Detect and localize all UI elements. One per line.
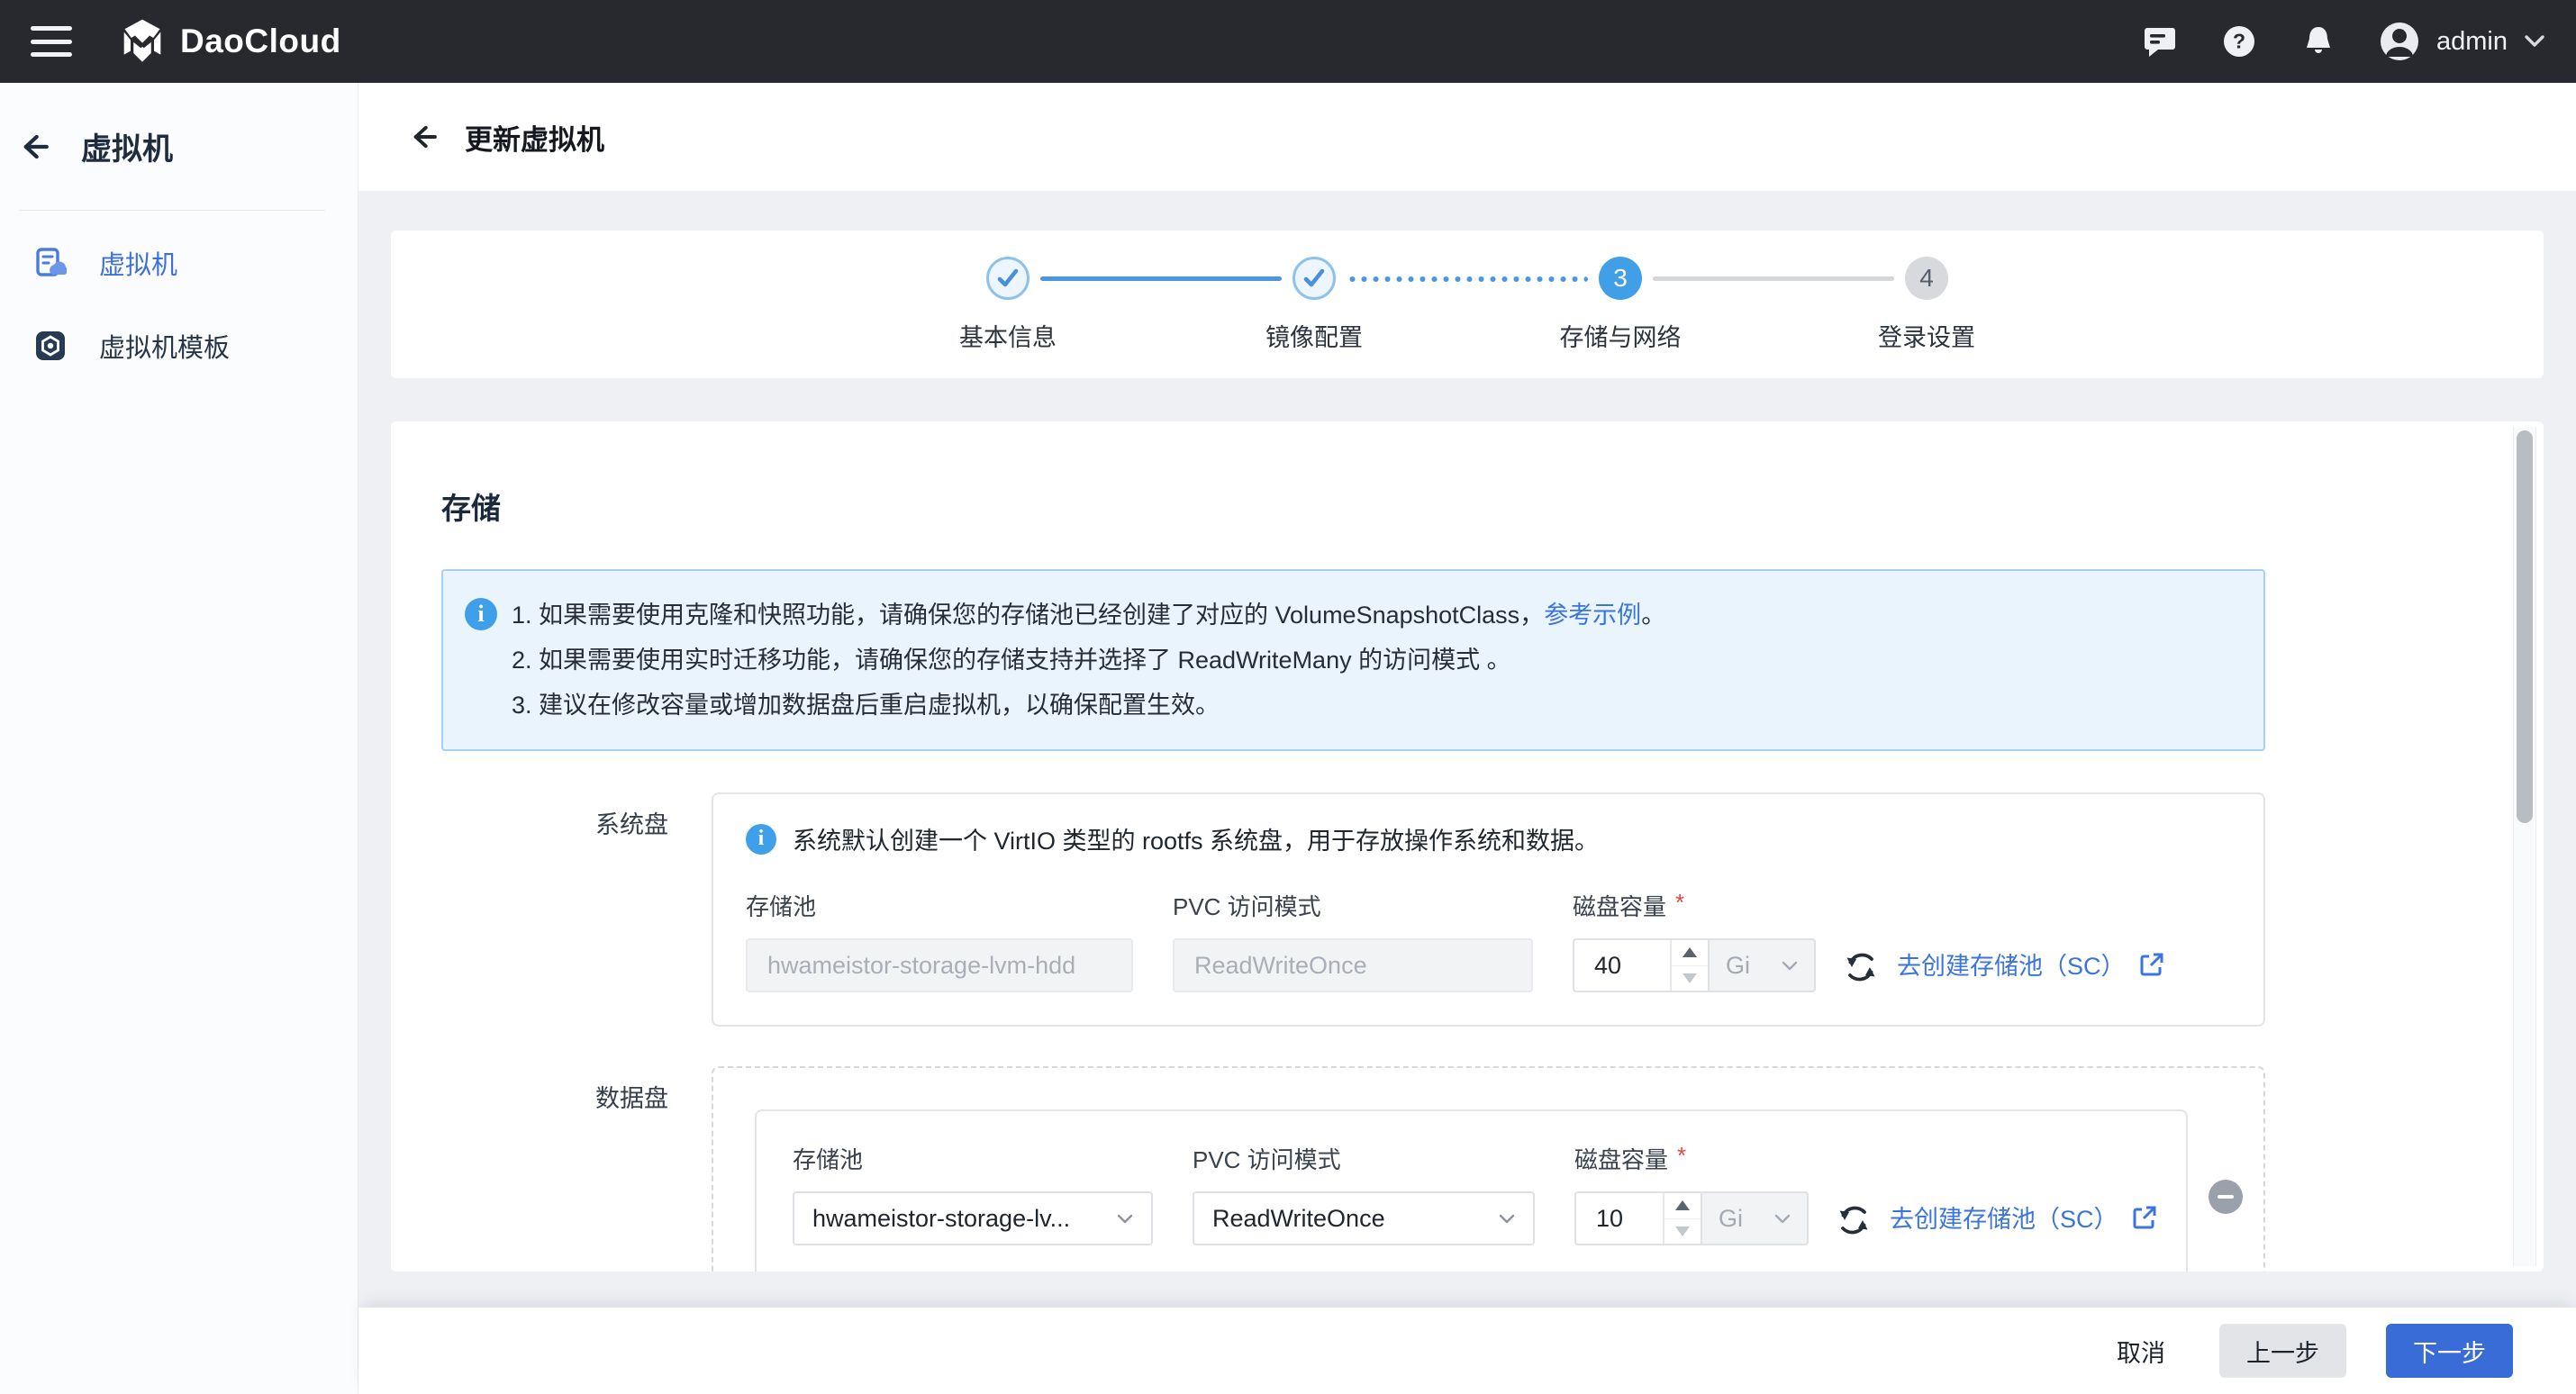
step-number: 3 bbox=[1613, 264, 1628, 293]
system-disk-tip: 系统默认创建一个 VirtIO 类型的 rootfs 系统盘，用于存放操作系统和… bbox=[793, 821, 1599, 856]
pvc-access-mode-label: PVC 访问模式 bbox=[1193, 1142, 1535, 1175]
step-number: 4 bbox=[1919, 264, 1934, 293]
step-login-settings[interactable]: 4 登录设置 bbox=[1773, 257, 2080, 353]
stepper-down-icon[interactable] bbox=[1672, 966, 1708, 991]
data-disk-label: 数据盘 bbox=[441, 1066, 668, 1272]
step-check-icon bbox=[1293, 257, 1336, 300]
avatar bbox=[2379, 21, 2420, 62]
step-storage-network[interactable]: 3 存储与网络 bbox=[1467, 257, 1773, 353]
daocloud-logo-icon bbox=[119, 18, 166, 65]
messages-icon[interactable] bbox=[2141, 23, 2179, 60]
system-capacity-value[interactable] bbox=[1574, 940, 1670, 991]
hamburger-menu-icon[interactable] bbox=[31, 26, 72, 57]
external-link-icon bbox=[2138, 951, 2165, 978]
info-icon: i bbox=[465, 598, 497, 630]
vm-template-icon bbox=[34, 330, 67, 362]
stepper-down-icon[interactable] bbox=[1664, 1219, 1701, 1245]
notice-line-1: 1. 如果需要使用克隆和快照功能，请确保您的存储池已经创建了对应的 Volume… bbox=[512, 593, 2236, 638]
data-disk-row: 数据盘 存储池 hwameisto bbox=[441, 1066, 2265, 1272]
system-disk-label: 系统盘 bbox=[441, 792, 668, 1027]
step-check-icon bbox=[986, 257, 1029, 300]
info-icon: i bbox=[746, 824, 776, 855]
page-title: 更新虚拟机 bbox=[465, 117, 604, 158]
vm-icon bbox=[34, 247, 67, 279]
sidebar-title: 虚拟机 bbox=[81, 124, 173, 168]
stepper-card: 基本信息 镜像配置 3 存储与网络 4 登录设置 bbox=[391, 231, 2544, 378]
external-link-icon bbox=[2131, 1204, 2158, 1231]
stepper-up-icon[interactable] bbox=[1672, 940, 1708, 966]
notice-line-3: 3. 建议在修改容量或增加数据盘后重启虚拟机，以确保配置生效。 bbox=[512, 683, 2236, 728]
system-disk-row: 系统盘 i 系统默认创建一个 VirtIO 类型的 rootfs 系统盘，用于存… bbox=[441, 792, 2265, 1027]
step-label: 登录设置 bbox=[1878, 318, 1975, 353]
username: admin bbox=[2436, 27, 2508, 57]
step-image-config[interactable]: 镜像配置 bbox=[1161, 257, 1467, 353]
data-capacity-unit-select[interactable]: Gi bbox=[1702, 1191, 1809, 1245]
system-disk-card: i 系统默认创建一个 VirtIO 类型的 rootfs 系统盘，用于存放操作系… bbox=[712, 792, 2265, 1027]
required-mark: * bbox=[1677, 1142, 1686, 1175]
data-capacity-value[interactable] bbox=[1576, 1193, 1663, 1244]
capacity-label: 磁盘容量 bbox=[1573, 889, 1666, 922]
refresh-icon[interactable] bbox=[1843, 949, 1879, 985]
svg-text:?: ? bbox=[2233, 30, 2245, 53]
required-mark: * bbox=[1675, 889, 1684, 922]
data-storage-pool-select[interactable]: hwameistor-storage-lv... bbox=[793, 1191, 1153, 1245]
cancel-button[interactable]: 取消 bbox=[2117, 1334, 2165, 1369]
system-capacity-unit-select[interactable]: Gi bbox=[1710, 938, 1816, 992]
system-storage-pool-input[interactable] bbox=[746, 938, 1133, 992]
notice-line-2: 2. 如果需要使用实时迁移功能，请确保您的存储支持并选择了 ReadWriteM… bbox=[512, 638, 2236, 683]
pvc-access-mode-label: PVC 访问模式 bbox=[1173, 889, 1533, 922]
sidebar-item-label: 虚拟机模板 bbox=[99, 327, 230, 365]
storage-pool-label: 存储池 bbox=[746, 889, 1133, 922]
page-back-arrow-icon[interactable] bbox=[409, 122, 440, 152]
notification-bell-icon[interactable] bbox=[2299, 23, 2337, 60]
storage-card: 存储 i 1. 如果需要使用克隆和快照功能，请确保您的存储池已经创建了对应的 V… bbox=[391, 421, 2544, 1272]
step-label: 镜像配置 bbox=[1265, 318, 1363, 353]
vertical-scrollbar[interactable] bbox=[2513, 427, 2536, 1266]
step-basic-info[interactable]: 基本信息 bbox=[855, 257, 1161, 353]
data-disk-card: 存储池 hwameistor-storage-lv... bbox=[755, 1109, 2188, 1272]
data-pvc-mode-select[interactable]: ReadWriteOnce bbox=[1193, 1191, 1535, 1245]
wizard-footer: 取消 上一步 下一步 bbox=[358, 1308, 2576, 1394]
reference-example-link[interactable]: 参考示例 bbox=[1544, 602, 1641, 629]
create-storage-pool-link[interactable]: 去创建存储池（SC） bbox=[1890, 1199, 2158, 1235]
step-label: 存储与网络 bbox=[1560, 318, 1682, 353]
top-bar: DaoCloud ? admin bbox=[0, 0, 2576, 83]
sidebar-item-vm[interactable]: 虚拟机 bbox=[34, 234, 358, 292]
create-storage-pool-link[interactable]: 去创建存储池（SC） bbox=[1897, 946, 2165, 982]
sidebar: 虚拟机 虚拟机 虚拟机模板 bbox=[0, 83, 358, 1394]
system-pvc-mode-input[interactable] bbox=[1173, 938, 1533, 992]
storage-heading: 存储 bbox=[441, 484, 2265, 528]
data-disk-group: 存储池 hwameistor-storage-lv... bbox=[712, 1066, 2265, 1272]
capacity-label: 磁盘容量 bbox=[1574, 1142, 1668, 1175]
step-label: 基本信息 bbox=[959, 318, 1057, 353]
chevron-down-icon bbox=[2524, 34, 2545, 49]
system-capacity-input bbox=[1573, 938, 1710, 992]
notice-box: i 1. 如果需要使用克隆和快照功能，请确保您的存储池已经创建了对应的 Volu… bbox=[441, 569, 2265, 751]
sidebar-item-label: 虚拟机 bbox=[99, 244, 177, 282]
brand-name: DaoCloud bbox=[180, 23, 341, 60]
remove-data-disk-button[interactable] bbox=[2209, 1180, 2243, 1214]
previous-step-button[interactable]: 上一步 bbox=[2219, 1324, 2346, 1378]
page-header: 更新虚拟机 bbox=[358, 83, 2576, 191]
next-step-button[interactable]: 下一步 bbox=[2386, 1324, 2513, 1378]
user-menu[interactable]: admin bbox=[2379, 21, 2545, 62]
help-icon[interactable]: ? bbox=[2220, 23, 2258, 60]
stepper-up-icon[interactable] bbox=[1664, 1193, 1701, 1219]
data-capacity-input bbox=[1574, 1191, 1702, 1245]
refresh-icon[interactable] bbox=[1836, 1202, 1872, 1238]
storage-pool-label: 存储池 bbox=[793, 1142, 1153, 1175]
brand[interactable]: DaoCloud bbox=[119, 18, 341, 65]
sidebar-back-arrow-icon[interactable] bbox=[20, 131, 50, 162]
scrollbar-thumb[interactable] bbox=[2517, 430, 2533, 823]
stepper: 基本信息 镜像配置 3 存储与网络 4 登录设置 bbox=[855, 257, 2080, 353]
sidebar-item-vm-template[interactable]: 虚拟机模板 bbox=[34, 317, 358, 375]
